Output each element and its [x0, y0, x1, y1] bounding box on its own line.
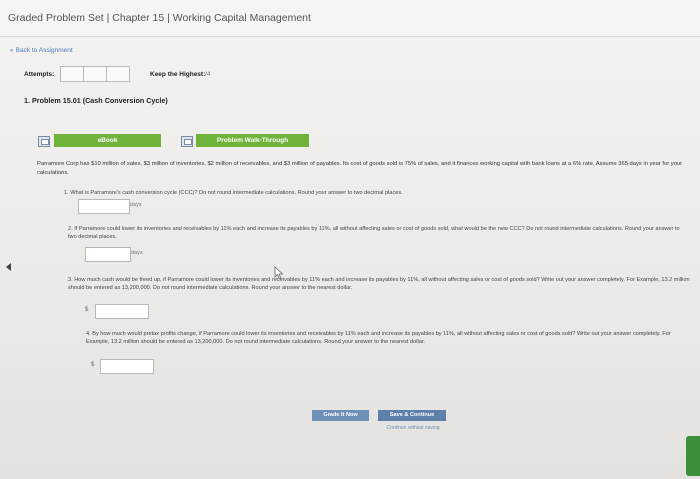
keep-highest-value: /4 [205, 71, 211, 78]
header-bar: Graded Problem Set | Chapter 15 | Workin… [0, 0, 700, 37]
walkthrough-icon [181, 136, 193, 147]
attempt-box [106, 66, 130, 82]
ebook-icon [38, 136, 50, 147]
back-link-label: Back to Assignment [15, 47, 73, 54]
question-3-currency: $ [85, 307, 89, 313]
question-1-answer-input[interactable] [78, 199, 130, 214]
question-4-answer-input[interactable] [100, 359, 154, 374]
question-1-text: 1. What is Parramore's cash conversion c… [64, 190, 403, 196]
question-4-text: 4. By how much would pretax profits chan… [86, 331, 671, 345]
assignment-title: Graded Problem Set | Chapter 15 | Workin… [8, 12, 311, 24]
collapse-arrow-icon[interactable] [6, 263, 11, 271]
ebook-button[interactable]: eBook [54, 134, 161, 147]
attempts-label: Attempts: [24, 71, 55, 78]
question-3-text: 3. How much cash would be freed up, if P… [68, 277, 690, 291]
question-2-unit: days [131, 250, 143, 256]
back-to-assignment-link[interactable]: «Back to Assignment [10, 47, 73, 54]
attempt-boxes [60, 66, 130, 82]
page: Graded Problem Set | Chapter 15 | Workin… [0, 0, 700, 479]
keep-highest-label: Keep the Highest: [150, 71, 206, 78]
question-2-answer-input[interactable] [85, 247, 131, 262]
attempt-box [60, 66, 84, 82]
question-3-answer-input[interactable] [95, 304, 149, 319]
attempt-box [83, 66, 107, 82]
side-help-widget[interactable] [686, 436, 700, 476]
problem-title: 1. Problem 15.01 (Cash Conversion Cycle) [24, 96, 168, 105]
question-1-unit: days [130, 202, 142, 208]
problem-walkthrough-button[interactable]: Problem Walk-Through [196, 134, 309, 147]
problem-intro: Parramore Corp has $10 million of sales,… [37, 161, 683, 176]
save-continue-button[interactable]: Save & Continue [378, 410, 446, 421]
question-2-text: 2. If Parramore could lower its inventor… [68, 226, 680, 240]
grade-it-now-button[interactable]: Grade It Now [312, 410, 369, 421]
question-4-currency: $ [91, 362, 95, 368]
continue-without-saving-link[interactable]: Continue without saving [379, 425, 447, 431]
back-arrow-icon: « [10, 47, 14, 54]
